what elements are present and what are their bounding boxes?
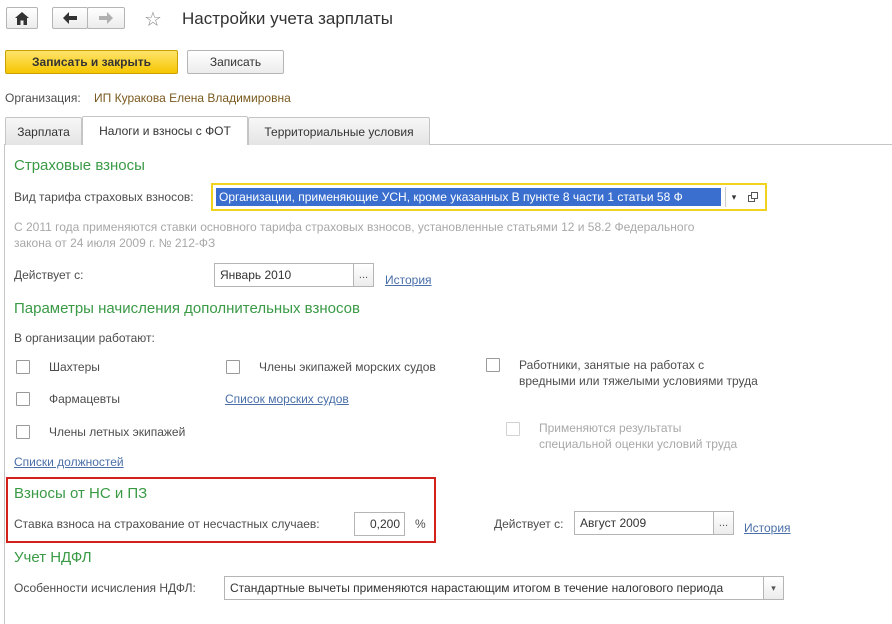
hazardous-work-checkbox[interactable]: [486, 358, 500, 372]
ndfl-label: Особенности исчисления НДФЛ:: [14, 581, 196, 595]
tariff-label: Вид тарифа страховых взносов:: [14, 190, 194, 204]
pharmacists-checkbox[interactable]: [16, 392, 30, 406]
insurance-period-select-button[interactable]: ...: [353, 263, 374, 287]
special-assessment-label-line1: Применяются результаты: [539, 421, 682, 435]
tariff-note-line2: закона от 24 июля 2009 г. № 212-ФЗ: [14, 236, 216, 250]
forward-button[interactable]: [87, 7, 125, 29]
home-button[interactable]: [6, 7, 38, 29]
arrow-right-icon: [99, 12, 113, 24]
pharmacists-label: Фармацевты: [49, 392, 121, 406]
accident-rate-label: Ставка взноса на страхование от несчастн…: [14, 517, 320, 531]
accident-rate-unit: %: [415, 517, 426, 531]
tab-salary[interactable]: Зарплата: [5, 117, 82, 145]
organization-value[interactable]: ИП Куракова Елена Владимировна: [94, 91, 291, 105]
star-icon[interactable]: ☆: [144, 7, 162, 32]
accident-effective-field[interactable]: Август 2009: [574, 511, 714, 535]
positions-list-link[interactable]: Списки должностей: [14, 455, 124, 469]
accident-effective-label: Действует с:: [494, 517, 564, 531]
flight-crew-label: Члены летных экипажей: [49, 425, 186, 439]
tariff-select[interactable]: Организации, применяющие УСН, кроме указ…: [216, 188, 721, 206]
accident-history-link[interactable]: История: [744, 521, 791, 535]
back-button[interactable]: [52, 7, 88, 29]
save-and-close-button[interactable]: Записать и закрыть: [5, 50, 178, 74]
organization-label: Организация:: [5, 91, 81, 105]
accident-section-title: Взносы от НС и ПЗ: [14, 485, 148, 502]
hazardous-work-label-line2: вредными или тяжелыми условиями труда: [519, 374, 758, 388]
page-title: Настройки учета зарплаты: [182, 9, 394, 28]
insurance-effective-label: Действует с:: [14, 268, 84, 282]
works-label: В организации работают:: [14, 331, 155, 345]
miners-label: Шахтеры: [49, 360, 100, 374]
home-icon: [15, 11, 29, 25]
accident-rate-field[interactable]: 0,200: [354, 512, 405, 536]
arrow-left-icon: [63, 12, 77, 24]
chevron-down-icon[interactable]: ▾: [763, 576, 784, 600]
flight-crew-checkbox[interactable]: [16, 425, 30, 439]
sea-crew-checkbox[interactable]: [226, 360, 240, 374]
chevron-down-icon[interactable]: ▾: [725, 187, 742, 207]
hazardous-work-label-line1: Работники, занятые на работах с: [519, 358, 705, 372]
special-assessment-label-line2: специальной оценки условий труда: [539, 437, 738, 451]
panel-border: [4, 144, 5, 624]
tariff-note-line1: С 2011 года применяются ставки основного…: [14, 220, 695, 234]
sea-crew-label: Члены экипажей морских судов: [259, 360, 436, 374]
miners-checkbox[interactable]: [16, 360, 30, 374]
ndfl-select[interactable]: Стандартные вычеты применяются нарастающ…: [224, 576, 764, 600]
additional-section-title: Параметры начисления дополнительных взно…: [14, 300, 360, 317]
insurance-history-link[interactable]: История: [385, 273, 432, 287]
insurance-effective-field[interactable]: Январь 2010: [214, 263, 354, 287]
ships-list-link[interactable]: Список морских судов: [225, 392, 349, 406]
tariff-field-focus[interactable]: Организации, применяющие УСН, кроме указ…: [211, 183, 767, 211]
insurance-section-title: Страховые взносы: [14, 157, 145, 174]
open-form-icon[interactable]: [743, 187, 763, 207]
special-assessment-checkbox: [506, 422, 520, 436]
ndfl-section-title: Учет НДФЛ: [14, 549, 92, 566]
tab-territorial[interactable]: Территориальные условия: [248, 117, 430, 145]
save-button[interactable]: Записать: [187, 50, 284, 74]
accident-period-select-button[interactable]: ...: [713, 511, 734, 535]
tab-taxes[interactable]: Налоги и взносы с ФОТ: [82, 116, 248, 145]
